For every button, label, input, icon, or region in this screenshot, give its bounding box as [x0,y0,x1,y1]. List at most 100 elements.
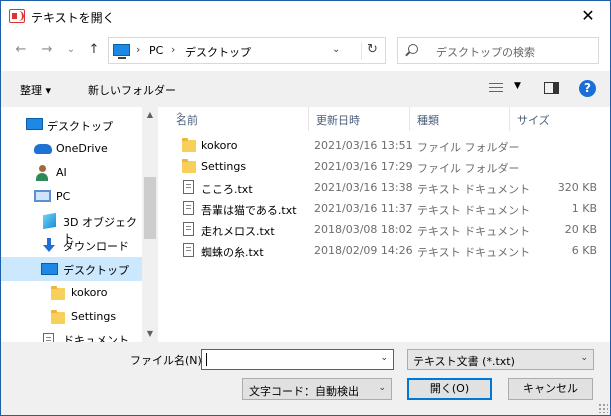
file-date: 2021/03/16 11:37 [314,202,413,215]
chevron-down-icon: ⌄ [580,353,588,363]
new-folder-button[interactable]: 新しいフォルダー [88,82,176,98]
breadcrumb-separator[interactable]: › [246,43,250,56]
folder-icon [51,286,65,300]
file-row-wagahai-txt[interactable]: 吾輩は猫である.txt 2021/03/16 11:37 テキスト ドキュメント… [158,198,610,219]
up-button[interactable]: ↑ [86,42,102,58]
filename-combobox[interactable]: ⌄ [201,349,394,370]
resize-grip[interactable] [598,403,608,413]
sidebar-item-desktop[interactable]: デスクトップ [1,113,142,137]
sidebar-item-user[interactable]: AI [1,161,142,185]
folder-icon [51,310,65,324]
sidebar-item-label: kokoro [71,286,108,299]
encoding-dropdown[interactable]: 文字コード：自動検出 ⌄ [242,378,392,400]
column-date-label: 更新日時 [316,114,360,127]
organize-button[interactable]: 整理 ▾ [20,82,51,98]
text-file-icon [183,180,194,194]
sidebar-item-label: Settings [71,310,117,323]
scroll-up-button[interactable]: ▲ [142,107,158,123]
sidebar-item-onedrive[interactable]: OneDrive [1,137,142,161]
help-icon[interactable]: ? [579,80,596,97]
file-date: 2021/03/16 13:51 [314,139,413,152]
sidebar-item-label: デスクトップ [63,264,129,277]
cloud-icon [34,144,52,154]
sidebar-item-label: ドキュメント [63,334,129,342]
file-row-kokoro-txt[interactable]: こころ.txt 2021/03/16 13:38 テキスト ドキュメント 320… [158,177,610,198]
file-name: 蜘蛛の糸.txt [201,246,264,259]
cancel-button[interactable]: キャンセル [508,378,593,400]
search-box[interactable]: デスクトップの検索 [397,37,599,64]
file-type: テキスト ドキュメント [417,204,531,217]
file-name: 吾輩は猫である.txt [201,204,297,217]
file-size: 6 KB [571,244,597,257]
sort-ascending-icon: ^ [176,112,184,122]
sidebar-item-3d-objects[interactable]: 3D オブジェクト [1,209,142,245]
refresh-button[interactable]: ↻ [361,42,383,60]
sidebar-item-downloads[interactable]: ダウンロード [1,233,142,257]
view-dropdown-button[interactable]: ▼ [514,81,521,91]
search-placeholder: デスクトップの検索 [436,46,535,59]
scroll-down-button[interactable]: ▼ [142,326,158,342]
file-type: テキスト ドキュメント [417,246,531,259]
sidebar-item-documents[interactable]: ドキュメント [1,329,142,342]
download-icon [43,238,55,252]
documents-icon [43,333,54,342]
filename-label: ファイル名(N): [130,354,206,367]
forward-button[interactable]: → [39,42,55,58]
close-button[interactable]: ✕ [566,1,610,31]
pc-icon [113,44,130,59]
chevron-down-icon[interactable]: ⌄ [380,353,388,363]
text-file-icon [183,222,194,236]
column-header-type[interactable]: 種類 [409,107,509,131]
file-name: こころ.txt [201,183,253,196]
search-icon [408,44,418,54]
file-size: 20 KB [564,223,597,236]
file-row-kumo-txt[interactable]: 蜘蛛の糸.txt 2018/02/09 14:26 テキスト ドキュメント 6 … [158,240,610,261]
command-bar: 整理 ▾ 新しいフォルダー ▼ ? [1,71,610,107]
file-type-filter-value: テキスト文書 (*.txt) [413,355,515,368]
file-type: ファイル フォルダー [417,141,520,154]
view-options-icon[interactable] [489,83,503,94]
address-bar[interactable]: › PC › デスクトップ › ⌄ ↻ [108,37,386,64]
breadcrumb-separator[interactable]: › [136,43,140,56]
file-date: 2021/03/16 13:38 [314,181,413,194]
sidebar-item-desktop-selected[interactable]: デスクトップ [1,257,142,281]
file-type: ファイル フォルダー [417,162,520,175]
encoding-value: 文字コード：自動検出 [249,385,359,398]
file-row-hashire-txt[interactable]: 走れメロス.txt 2018/03/08 18:02 テキスト ドキュメント 2… [158,219,610,240]
file-name: Settings [201,160,247,173]
breadcrumb-pc[interactable]: PC [149,44,163,57]
file-row-settings[interactable]: Settings 2021/03/16 17:29 ファイル フォルダー [158,156,610,177]
file-type-filter-dropdown[interactable]: テキスト文書 (*.txt) ⌄ [407,349,594,370]
column-size-label: サイズ [517,114,550,127]
recent-locations-button[interactable]: ⌄ [63,42,79,58]
address-dropdown-button[interactable]: ⌄ [332,44,340,55]
speaker-app-icon [9,9,25,23]
sidebar-item-label: OneDrive [56,142,108,155]
desktop-icon [26,118,43,130]
column-header-date[interactable]: 更新日時 [308,107,409,131]
sidebar-item-pc[interactable]: PC [1,185,142,209]
sidebar-item-label: デスクトップ [47,120,113,133]
breadcrumb-desktop[interactable]: デスクトップ [185,44,251,60]
preview-pane-icon[interactable] [544,82,559,94]
folder-icon [182,138,196,152]
column-header-size[interactable]: サイズ [509,107,589,131]
open-button[interactable]: 開く(O) [407,378,492,400]
file-size: 320 KB [557,181,597,194]
file-size: 1 KB [571,202,597,215]
column-header-name[interactable]: 名前 ^ [168,107,308,131]
text-file-icon [183,243,194,257]
filename-input[interactable] [202,350,372,369]
file-row-kokoro[interactable]: kokoro 2021/03/16 13:51 ファイル フォルダー [158,135,610,156]
desktop-icon [41,263,58,275]
sidebar-scrollbar[interactable]: ▲ ▼ [142,107,158,342]
back-button[interactable]: ← [13,42,29,58]
sidebar-item-settings[interactable]: Settings [1,305,142,329]
file-list: 名前 ^ 更新日時 種類 サイズ kokoro 2021/03/16 13:51… [158,107,610,342]
text-file-icon [183,201,194,215]
navigation-pane: デスクトップ OneDrive AI PC 3D オブジェクト ダウンロード デ… [1,107,158,342]
scroll-thumb[interactable] [144,177,156,239]
file-date: 2021/03/16 17:29 [314,160,413,173]
breadcrumb-separator[interactable]: › [171,43,175,56]
sidebar-item-kokoro[interactable]: kokoro [1,281,142,305]
